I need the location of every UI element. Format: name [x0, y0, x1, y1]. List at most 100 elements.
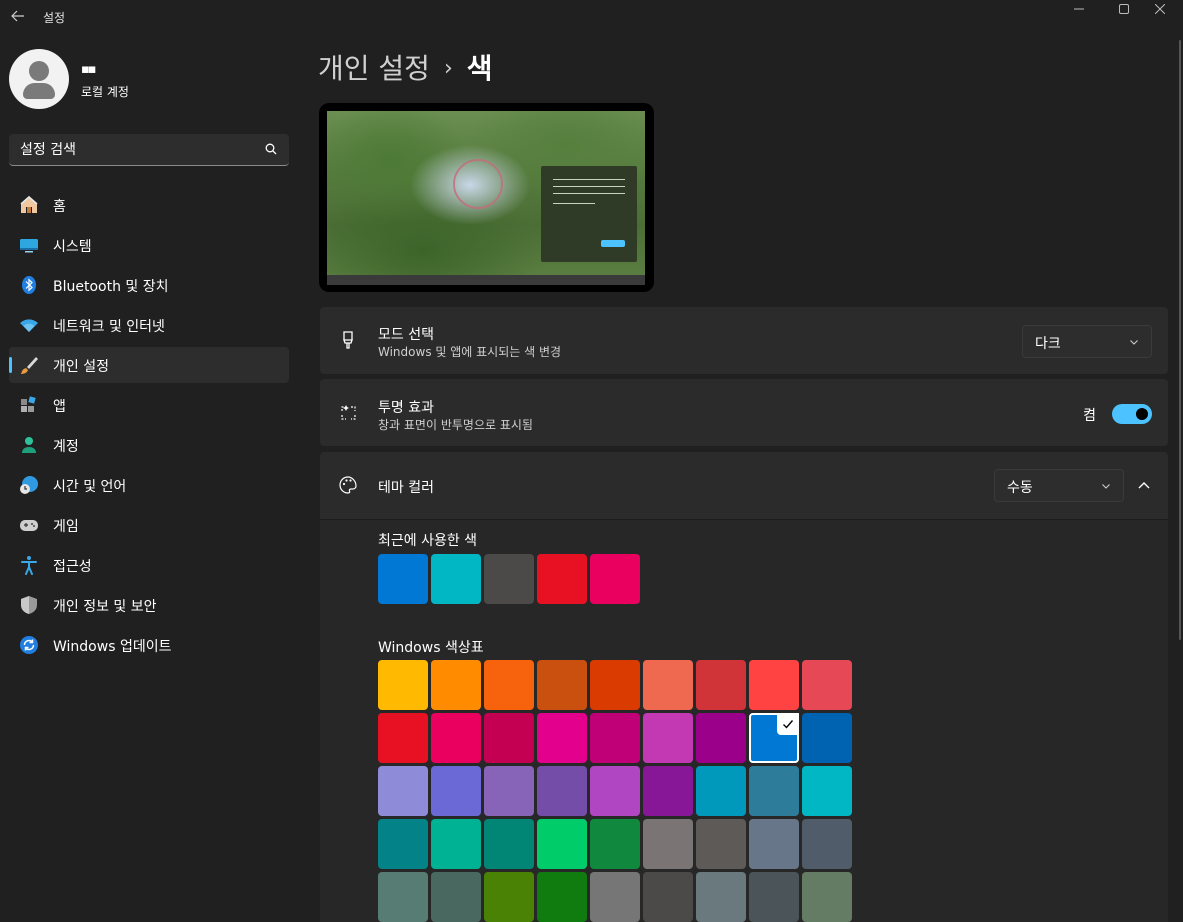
- color-swatch[interactable]: [537, 660, 587, 710]
- sidebar-item-apps[interactable]: 앱: [9, 387, 289, 423]
- ferris-wheel-shape: [453, 159, 503, 209]
- color-swatch[interactable]: [537, 713, 587, 763]
- close-button[interactable]: [1137, 0, 1183, 32]
- color-swatch[interactable]: [643, 819, 693, 869]
- search-icon[interactable]: [265, 143, 277, 155]
- color-swatch[interactable]: [431, 819, 481, 869]
- color-swatch[interactable]: [431, 872, 481, 922]
- color-swatch[interactable]: [590, 766, 640, 816]
- sidebar-item-privacy[interactable]: 개인 정보 및 보안: [9, 587, 289, 623]
- brush-mode-icon: [343, 331, 353, 349]
- color-swatch[interactable]: [484, 819, 534, 869]
- mode-title: 모드 선택: [378, 327, 434, 343]
- minimize-icon: [1074, 8, 1084, 10]
- search-input[interactable]: [9, 134, 259, 165]
- sidebar-item-update[interactable]: Windows 업데이트: [9, 627, 289, 663]
- sidebar-item-bluetooth[interactable]: Bluetooth 및 장치: [9, 267, 289, 303]
- color-swatch[interactable]: [537, 554, 587, 604]
- color-swatch[interactable]: [643, 872, 693, 922]
- sidebar-item-network[interactable]: 네트워크 및 인터넷: [9, 307, 289, 343]
- color-swatch[interactable]: [590, 819, 640, 869]
- sidebar-item-label: 앱: [53, 399, 66, 415]
- color-swatch[interactable]: [378, 554, 428, 604]
- color-swatch[interactable]: [590, 554, 640, 604]
- color-swatch[interactable]: [590, 872, 640, 922]
- color-swatch[interactable]: [643, 660, 693, 710]
- back-arrow-icon: [11, 10, 24, 22]
- color-swatch[interactable]: [537, 766, 587, 816]
- globe-clock-icon: [19, 475, 39, 495]
- color-swatch[interactable]: [378, 766, 428, 816]
- toggle-knob: [1136, 408, 1148, 420]
- color-swatch[interactable]: [431, 554, 481, 604]
- theme-preview: [319, 103, 654, 292]
- preview-accent-button: [601, 240, 625, 247]
- preview-line: [553, 179, 625, 180]
- color-swatch[interactable]: [696, 766, 746, 816]
- sidebar-item-system[interactable]: 시스템: [9, 227, 289, 263]
- color-swatch[interactable]: [802, 766, 852, 816]
- color-swatch[interactable]: [537, 872, 587, 922]
- color-swatch[interactable]: [696, 872, 746, 922]
- color-swatch[interactable]: [484, 713, 534, 763]
- color-swatch[interactable]: [643, 713, 693, 763]
- color-swatch[interactable]: [590, 660, 640, 710]
- color-swatch-selected[interactable]: [749, 713, 799, 763]
- sidebar-item-personalization[interactable]: 개인 설정: [9, 347, 289, 383]
- sidebar-item-gaming[interactable]: 게임: [9, 507, 289, 543]
- color-swatch[interactable]: [802, 660, 852, 710]
- mode-dropdown[interactable]: 다크: [1022, 325, 1152, 358]
- back-button[interactable]: [8, 6, 28, 26]
- account-type: 로컬 계정: [81, 85, 129, 99]
- color-swatch[interactable]: [378, 713, 428, 763]
- color-swatch[interactable]: [484, 554, 534, 604]
- color-swatch[interactable]: [378, 872, 428, 922]
- color-swatch[interactable]: [749, 819, 799, 869]
- color-swatch[interactable]: [378, 819, 428, 869]
- sidebar-item-home[interactable]: 홈: [9, 187, 289, 223]
- bluetooth-icon: [19, 275, 39, 295]
- preview-taskbar: [327, 275, 645, 285]
- color-swatch[interactable]: [431, 713, 481, 763]
- color-swatch[interactable]: [431, 660, 481, 710]
- color-swatch[interactable]: [484, 766, 534, 816]
- toggle-state-label: 켬: [1083, 408, 1096, 424]
- scrollbar[interactable]: [1179, 40, 1181, 640]
- accent-title: 테마 컬러: [378, 480, 434, 496]
- color-swatch[interactable]: [749, 872, 799, 922]
- color-swatch[interactable]: [431, 766, 481, 816]
- color-swatch[interactable]: [696, 819, 746, 869]
- color-swatch[interactable]: [802, 872, 852, 922]
- color-swatch[interactable]: [802, 713, 852, 763]
- chevron-down-icon: [1102, 484, 1110, 489]
- avatar[interactable]: [9, 49, 69, 109]
- sidebar-item-accessibility[interactable]: 접근성: [9, 547, 289, 583]
- accent-color-header[interactable]: 테마 컬러 수동: [320, 452, 1168, 519]
- preview-line: [553, 193, 625, 194]
- chevron-up-icon: [1138, 482, 1150, 489]
- color-swatch[interactable]: [378, 660, 428, 710]
- sidebar-item-accounts[interactable]: 계정: [9, 427, 289, 463]
- color-swatch[interactable]: [590, 713, 640, 763]
- sidebar-item-label: 접근성: [53, 559, 92, 575]
- sidebar-item-label: 계정: [53, 439, 79, 455]
- color-swatch[interactable]: [643, 766, 693, 816]
- transparency-subtitle: 창과 표면이 반투명으로 표시됨: [378, 418, 533, 432]
- breadcrumb-parent[interactable]: 개인 설정: [318, 52, 430, 85]
- color-swatch[interactable]: [484, 872, 534, 922]
- accent-mode-dropdown[interactable]: 수동: [994, 469, 1124, 502]
- color-swatch[interactable]: [749, 660, 799, 710]
- search-box[interactable]: [9, 134, 289, 166]
- color-swatch[interactable]: [537, 819, 587, 869]
- palette-icon: [339, 476, 357, 494]
- collapse-button[interactable]: [1132, 474, 1156, 498]
- minimize-button[interactable]: [1056, 0, 1102, 32]
- checkmark-icon: [777, 713, 799, 735]
- color-swatch[interactable]: [802, 819, 852, 869]
- color-swatch[interactable]: [696, 713, 746, 763]
- color-swatch[interactable]: [749, 766, 799, 816]
- color-swatch[interactable]: [696, 660, 746, 710]
- color-swatch[interactable]: [484, 660, 534, 710]
- sidebar-item-time-language[interactable]: 시간 및 언어: [9, 467, 289, 503]
- transparency-toggle[interactable]: [1112, 404, 1152, 424]
